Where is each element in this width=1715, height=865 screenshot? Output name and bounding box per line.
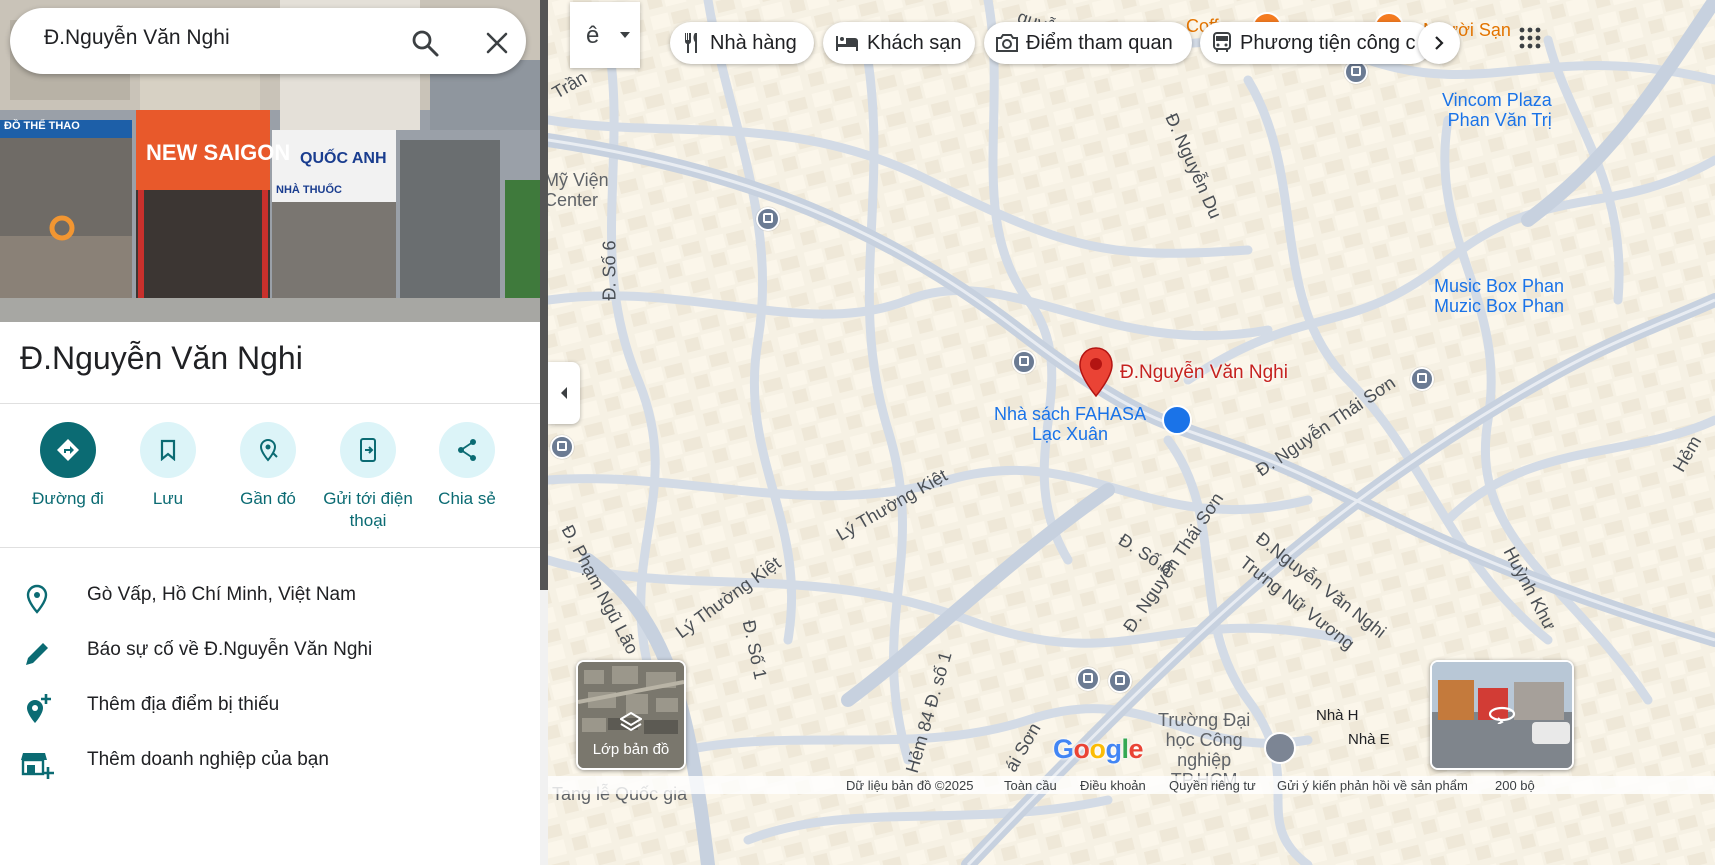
report-issue-row[interactable]: Báo sự cố về Đ.Nguyễn Văn Nghi [0,625,540,677]
poi-nha-h: Nhà H [1316,707,1359,724]
bus-stop-icon[interactable] [1012,350,1036,374]
nearby-icon [259,438,278,462]
footer-feedback-link[interactable]: Gửi ý kiến phản hồi về sản phẩm [1277,778,1468,793]
storefront-sign-pharmacy: NHÀ THUỐC [276,184,342,196]
caret-left-icon [561,387,567,399]
bus-stop-icon[interactable] [550,435,574,459]
action-label: Đường đi [32,489,104,508]
shopping-bag-icon[interactable] [1162,405,1192,435]
road-label-so6-left: Đ. Số 6 [599,240,620,301]
share-icon [458,439,476,461]
chevron-down-icon[interactable] [620,32,630,38]
send-to-phone-button[interactable]: Gửi tới điện thoại [318,422,418,532]
chips-next-button[interactable] [1418,22,1460,64]
transit-icon [1213,32,1231,52]
report-issue-text: Báo sự cố về Đ.Nguyễn Văn Nghi [87,639,373,660]
poi-music-box[interactable]: Music Box Phan Muzic Box Phan [1434,276,1564,316]
storefront-sign-quoc-anh: QUỐC ANH [300,150,387,167]
map-data-attribution[interactable]: Dữ liệu bản đồ ©2025 [846,778,973,793]
pencil-icon [26,643,48,665]
rotate-360-icon [1488,706,1516,724]
add-missing-place-text: Thêm địa điểm bị thiếu [87,694,280,715]
divider [0,547,540,548]
bus-stop-icon[interactable] [1410,367,1434,391]
camera-icon [996,34,1018,52]
search-input[interactable]: Đ.Nguyễn Văn Nghi [44,26,230,50]
bus-stop-icon[interactable] [1108,669,1132,693]
poi-nha-e: Nhà E [1348,731,1390,748]
add-place-icon [27,694,51,723]
directions-icon [57,439,79,461]
footer-global-link[interactable]: Toàn cầu [1004,778,1057,793]
selected-place-label[interactable]: Đ.Nguyễn Văn Nghi [1120,362,1288,384]
apps-grid-icon[interactable] [1518,26,1542,50]
close-icon[interactable] [482,28,512,58]
street-view-thumbnail[interactable] [1430,660,1574,770]
bookmark-icon [160,439,176,461]
chip-label: Nhà hàng [710,31,797,54]
ime-label: ê [586,22,600,49]
storefront-sign-sports: ĐỒ THỂ THAO [4,120,80,132]
chip-label: Khách sạn [867,31,962,54]
add-business-icon [21,753,54,779]
panel-scrollbar-track[interactable] [540,590,548,865]
chevron-right-icon [1435,36,1444,50]
action-label: Chia sẻ [438,489,496,508]
storefront-sign-new-saigon: NEW SAIGON [146,140,291,165]
address-text: Gò Vấp, Hồ Chí Minh, Việt Nam [87,584,356,605]
poi-vincom-plaza[interactable]: Vincom Plaza Phan Văn Trị [1442,90,1552,130]
chip-attractions[interactable]: Điểm tham quan [984,22,1192,64]
search-icon[interactable] [410,28,440,58]
poi-my-vien[interactable]: Mỹ Viện Center [548,170,609,210]
save-button[interactable]: Lưu [118,422,218,510]
search-box[interactable]: Đ.Nguyễn Văn Nghi [10,8,526,74]
chip-label: Điểm tham quan [1026,31,1173,54]
map-scale[interactable]: 200 bộ [1495,778,1535,793]
add-missing-place-row[interactable]: Thêm địa điểm bị thiếu [0,680,540,732]
bus-stop-icon[interactable] [756,207,780,231]
footer-privacy-link[interactable]: Quyền riêng tư [1169,778,1256,793]
restaurant-icon [684,33,697,53]
chip-restaurants[interactable]: Nhà hàng [670,22,814,64]
chip-label: Phương tiện công c [1240,31,1416,54]
chip-transit[interactable]: Phương tiện công c [1200,22,1432,64]
action-label: Gửi tới điện thoại [323,489,413,530]
share-button[interactable]: Chia sẻ [417,422,517,510]
map-marker-icon[interactable] [1078,346,1114,398]
address-row[interactable]: Gò Vấp, Hồ Chí Minh, Việt Nam [0,570,540,622]
footer-terms-link[interactable]: Điều khoản [1080,778,1146,793]
directions-button[interactable]: Đường đi [18,422,118,510]
panel-scrollbar[interactable] [540,0,548,590]
collapse-panel-button[interactable] [548,362,580,424]
layers-icon [620,712,642,732]
bus-stop-icon[interactable] [1076,667,1100,691]
page-title: Đ.Nguyễn Văn Nghi [20,340,303,376]
send-to-phone-icon [360,438,376,462]
hotel-icon [836,36,858,51]
place-panel: ĐỒ THỂ THAO NEW SAIGON QUỐC ANH NHÀ THUỐ… [0,0,540,865]
google-logo: Google [1053,734,1144,764]
layers-button[interactable]: Lớp bản đồ [576,660,686,770]
input-method-button[interactable]: ê [570,2,640,68]
nearby-button[interactable]: Gần đó [218,422,318,510]
school-icon[interactable] [1264,732,1296,764]
add-business-text: Thêm doanh nghiệp của bạn [87,749,329,770]
location-pin-icon [26,584,48,614]
action-label: Gần đó [240,489,296,508]
add-business-row[interactable]: Thêm doanh nghiệp của bạn [0,735,540,787]
chip-hotels[interactable]: Khách sạn [823,22,975,64]
divider [0,403,540,404]
action-label: Lưu [152,489,184,508]
layers-label: Lớp bản đồ [592,741,670,758]
map-footer: Dữ liệu bản đồ ©2025 Toàn cầu Điều khoản… [548,776,1715,794]
poi-fahasa[interactable]: Nhà sách FAHASA Lạc Xuân [994,404,1146,444]
